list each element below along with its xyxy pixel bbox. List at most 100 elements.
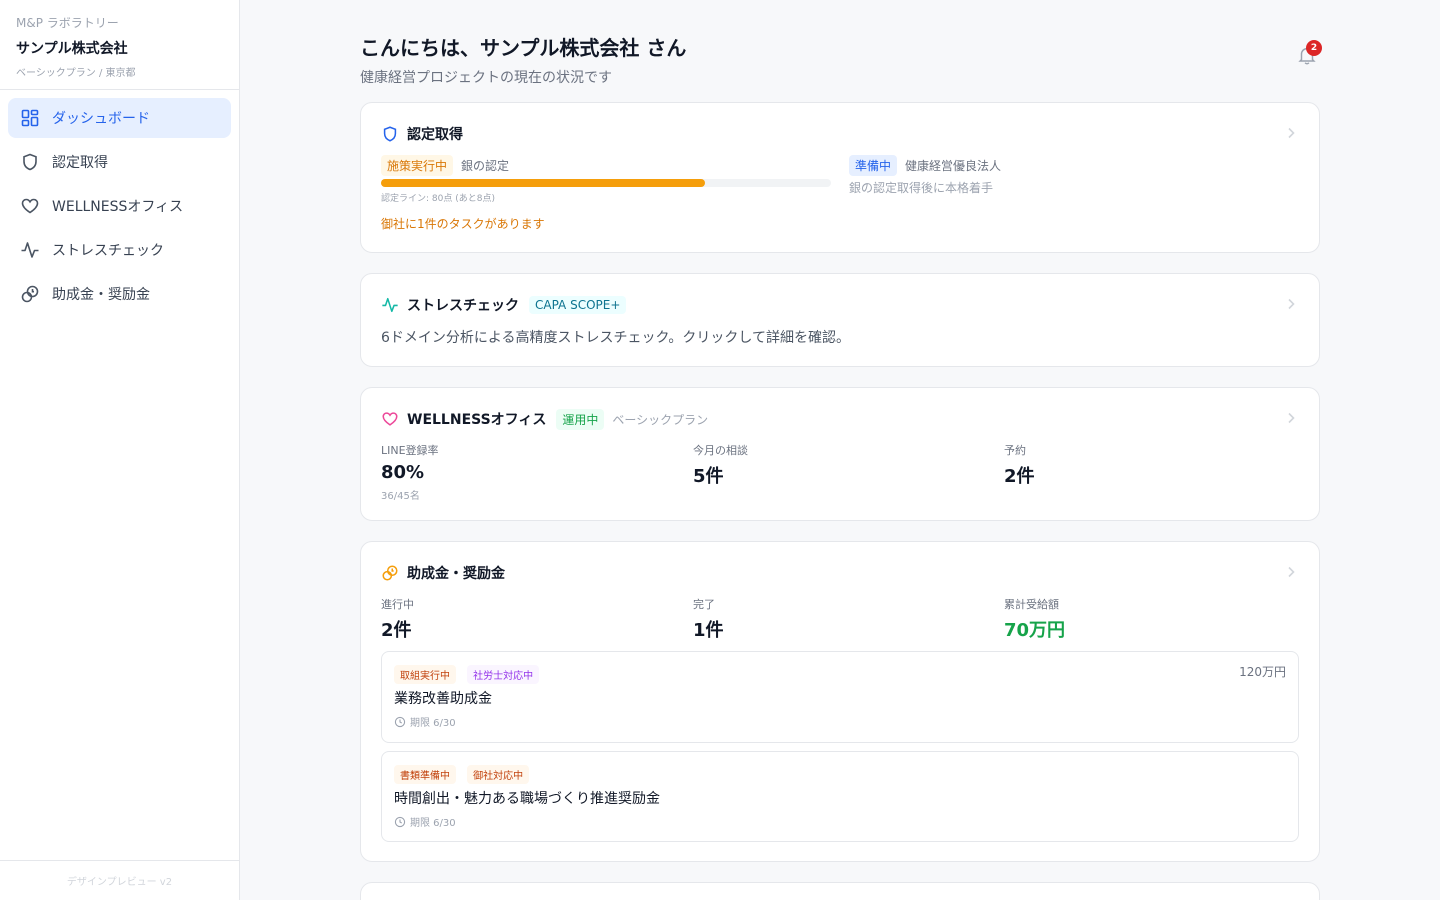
certification-line-note: 認定ライン: 80点 (あと8点) bbox=[381, 194, 495, 204]
subsidy-name: 時間創出・魅力ある職場づくり推進奨励金 bbox=[394, 791, 660, 807]
stat-label: 累計受給額 bbox=[1004, 598, 1059, 611]
sidebar-nav: ダッシュボード 認定取得 WELLNESSオフィス ストレスチェック 助成金・奨… bbox=[0, 90, 239, 326]
stress-check-description: 6ドメイン分析による高精度ストレスチェック。クリックして詳細を確認。 bbox=[381, 330, 850, 346]
sidebar-item-label: ストレスチェック bbox=[52, 243, 164, 259]
sidebar-item-label: 助成金・奨励金 bbox=[52, 287, 150, 303]
subsidy-tags: 取組実行中 社労士対応中 bbox=[394, 664, 545, 684]
stat-note: 36/45名 bbox=[381, 491, 420, 502]
notification-badge: 2 bbox=[1306, 40, 1322, 56]
status-badge: 書類準備中 bbox=[394, 765, 456, 784]
org-label: M&P ラボラトリー bbox=[16, 16, 119, 30]
sidebar-item-dashboard[interactable]: ダッシュボード bbox=[8, 98, 231, 138]
sidebar: M&P ラボラトリー サンプル株式会社 ベーシックプラン / 東京都 ダッシュボ… bbox=[0, 0, 240, 900]
stat-label: 今月の相談 bbox=[693, 444, 748, 457]
subsidy-item[interactable]: 取組実行中 社労士対応中 120万円 業務改善助成金 期限 6/30 bbox=[381, 651, 1299, 743]
subsidy-amount: 120万円 bbox=[1239, 665, 1286, 679]
pulse-icon bbox=[20, 240, 40, 260]
stat-value: 1件 bbox=[693, 620, 724, 641]
subsidy-deadline: 期限 6/30 bbox=[394, 714, 456, 729]
chevron-right-icon bbox=[1288, 412, 1295, 424]
card-title: 助成金・奨励金 bbox=[407, 566, 505, 582]
shield-icon bbox=[383, 126, 397, 142]
org-name: サンプル株式会社 bbox=[16, 41, 128, 57]
certification-card[interactable]: 認定取得 施策実行中 銀の認定 認定ライン: 80点 (あと8点) 御社に1件の… bbox=[360, 102, 1320, 253]
shield-icon bbox=[20, 152, 40, 172]
stat-value: 80% bbox=[381, 462, 425, 483]
chevron-right-icon bbox=[1288, 127, 1295, 139]
org-plan: ベーシックプラン / 東京都 bbox=[16, 68, 136, 79]
next-card[interactable] bbox=[360, 882, 1320, 900]
stat-label: LINE登録率 bbox=[381, 444, 439, 457]
status-badge: 施策実行中 bbox=[381, 155, 454, 176]
next-certification-note: 銀の認定取得後に本格着手 bbox=[849, 181, 994, 195]
stat-label: 予約 bbox=[1004, 444, 1026, 457]
progress-bar bbox=[381, 179, 831, 187]
sidebar-item-subsidies[interactable]: 助成金・奨励金 bbox=[8, 274, 231, 314]
page-header: こんにちは、サンプル株式会社 さん 健康経営プロジェクトの現在の状況です 2 bbox=[360, 32, 1322, 86]
certification-name: 健康経営優良法人 bbox=[905, 159, 1002, 173]
stress-check-card[interactable]: ストレスチェック CAPA SCOPE+ 6ドメイン分析による高精度ストレスチェ… bbox=[360, 273, 1320, 367]
chevron-right-icon bbox=[1288, 298, 1295, 310]
subsidies-card[interactable]: 助成金・奨励金 進行中 2件 完了 1件 累計受給額 70万円 取組実行中 社労… bbox=[360, 541, 1320, 862]
current-certification: 施策実行中 銀の認定 bbox=[381, 155, 509, 176]
sidebar-item-label: 認定取得 bbox=[52, 155, 108, 171]
dashboard-icon bbox=[20, 108, 40, 128]
coins-icon bbox=[382, 565, 398, 581]
sidebar-footer: デザインプレビュー v2 bbox=[0, 860, 239, 900]
card-title: 認定取得 bbox=[407, 127, 463, 143]
sidebar-item-wellness[interactable]: WELLNESSオフィス bbox=[8, 186, 231, 226]
deadline-text: 期限 6/30 bbox=[410, 718, 456, 729]
card-header: 助成金・奨励金 bbox=[381, 562, 505, 584]
stat-value: 5件 bbox=[693, 466, 724, 487]
subsidy-item[interactable]: 書類準備中 御社対応中 時間創出・魅力ある職場づくり推進奨励金 期限 6/30 bbox=[381, 751, 1299, 842]
plan-label: ベーシックプラン bbox=[612, 412, 709, 427]
sidebar-item-stress-check[interactable]: ストレスチェック bbox=[8, 230, 231, 270]
page-title: こんにちは、サンプル株式会社 さん bbox=[360, 36, 687, 60]
line-registration-stat: LINE登録率 80% 36/45名 bbox=[381, 442, 439, 502]
task-notice-link[interactable]: 御社に1件のタスクがあります bbox=[381, 215, 545, 232]
status-badge: 準備中 bbox=[849, 155, 898, 176]
status-badge: 取組実行中 bbox=[394, 665, 456, 684]
coins-icon bbox=[20, 284, 40, 304]
subsidy-name: 業務改善助成金 bbox=[394, 691, 492, 707]
card-header: ストレスチェック CAPA SCOPE+ bbox=[381, 294, 627, 316]
consultation-stat: 今月の相談 5件 bbox=[693, 442, 748, 488]
clock-icon bbox=[394, 716, 406, 727]
subsidy-deadline: 期限 6/30 bbox=[394, 814, 456, 829]
main-content: こんにちは、サンプル株式会社 さん 健康経営プロジェクトの現在の状況です 2 認… bbox=[240, 0, 1440, 900]
heart-icon bbox=[382, 412, 398, 426]
heart-icon bbox=[20, 196, 40, 216]
reservation-stat: 予約 2件 bbox=[1004, 442, 1035, 488]
stat-label: 進行中 bbox=[381, 598, 414, 611]
card-header: WELLNESSオフィス 運用中 ベーシックプラン bbox=[381, 408, 708, 430]
page-subtitle: 健康経営プロジェクトの現在の状況です bbox=[360, 70, 612, 86]
status-badge: 社労士対応中 bbox=[467, 665, 540, 684]
card-header: 認定取得 bbox=[381, 123, 463, 145]
chevron-right-icon bbox=[1288, 566, 1295, 578]
org-header: M&P ラボラトリー サンプル株式会社 ベーシックプラン / 東京都 bbox=[0, 0, 239, 90]
certification-name: 銀の認定 bbox=[461, 159, 510, 173]
stat-value: 2件 bbox=[1004, 466, 1035, 487]
next-certification: 準備中 健康経営優良法人 bbox=[849, 155, 1001, 176]
card-title: WELLNESSオフィス bbox=[407, 412, 547, 428]
progress-fill bbox=[381, 179, 705, 187]
clock-icon bbox=[394, 816, 406, 827]
total-received-stat: 累計受給額 70万円 bbox=[1004, 596, 1065, 642]
sidebar-item-certification[interactable]: 認定取得 bbox=[8, 142, 231, 182]
status-badge: 御社対応中 bbox=[467, 765, 530, 784]
stat-label: 完了 bbox=[693, 598, 715, 611]
wellness-card[interactable]: WELLNESSオフィス 運用中 ベーシックプラン LINE登録率 80% 36… bbox=[360, 387, 1320, 521]
sidebar-item-label: WELLNESSオフィス bbox=[52, 199, 184, 215]
in-progress-stat: 進行中 2件 bbox=[381, 596, 414, 642]
status-badge: 運用中 bbox=[556, 408, 605, 430]
card-title: ストレスチェック bbox=[407, 298, 519, 314]
notification-button[interactable]: 2 bbox=[1296, 40, 1322, 68]
stat-value: 70万円 bbox=[1004, 620, 1066, 641]
subsidy-tags: 書類準備中 御社対応中 bbox=[394, 764, 535, 784]
pulse-icon bbox=[382, 297, 398, 313]
sidebar-item-label: ダッシュボード bbox=[52, 111, 150, 127]
completed-stat: 完了 1件 bbox=[693, 596, 724, 642]
stat-value: 2件 bbox=[381, 620, 412, 641]
deadline-text: 期限 6/30 bbox=[410, 818, 456, 829]
product-badge: CAPA SCOPE+ bbox=[529, 296, 627, 314]
